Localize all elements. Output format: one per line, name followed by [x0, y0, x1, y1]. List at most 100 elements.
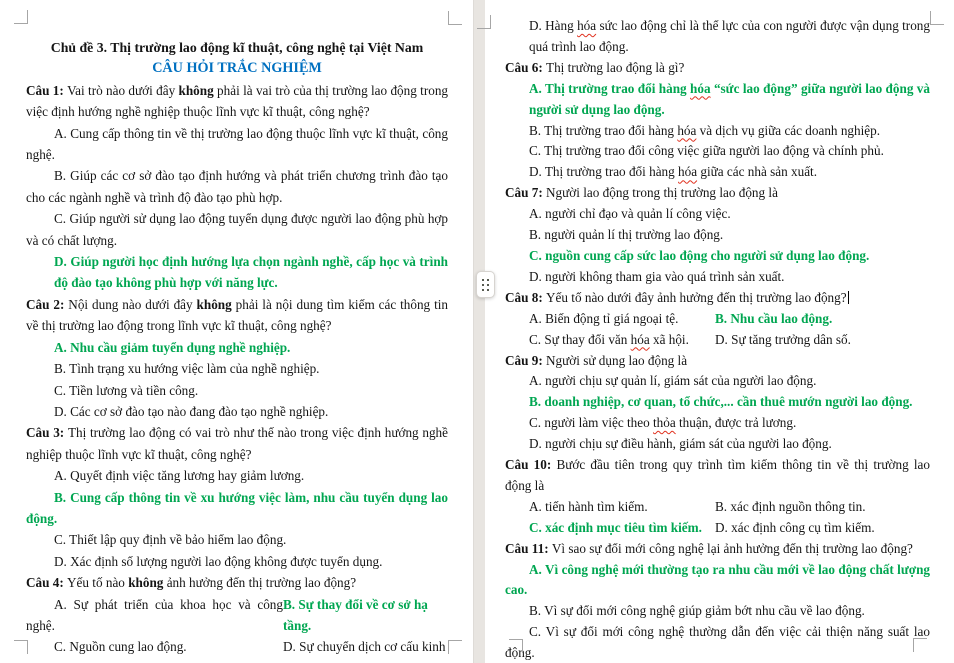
text-run: A. Nhu cầu giảm tuyển dụng nghề nghiệp. — [54, 339, 291, 355]
option-row[interactable]: C. Nguồn cung lao động. D. Sự chuyển dịch… — [26, 636, 448, 663]
text-run: C. Thiết lập quy định về bảo hiểm lao độ… — [54, 532, 287, 548]
text-run: C. Thị trường trao đổi công việc giữa ng… — [529, 143, 884, 159]
option-row[interactable]: A. tiến hành tìm kiếm. B. xác định nguồn … — [505, 497, 930, 518]
text-run: D. Giúp người học định hướng lựa chọn ng… — [54, 254, 448, 291]
correct-option[interactable]: C. xác định mục tiêu tìm kiếm. — [505, 518, 715, 539]
correct-option[interactable]: A. Nhu cầu giảm tuyển dụng nghề nghiệp. — [26, 337, 448, 358]
option[interactable]: D. Các cơ sở đào tạo nào đang đào tạo ng… — [26, 401, 448, 422]
text-run: Yếu tố nào dưới đây ảnh hưởng đến thị tr… — [546, 289, 847, 305]
option[interactable]: C. Vì sự đổi mới công nghệ thường dẫn đế… — [505, 622, 930, 663]
question-paragraph[interactable]: Câu 11: Vì sao sự đổi mới công nghệ lại … — [505, 539, 930, 560]
option[interactable]: A. người chỉ đạo và quản lí công việc. — [505, 204, 930, 225]
text-run: D. Sự tăng trưởng dân số. — [715, 331, 851, 347]
option[interactable]: C. Thị trường trao đổi công việc giữa ng… — [505, 141, 930, 162]
text-run: D. Các cơ sở đào tạo nào đang đào tạo ng… — [54, 403, 329, 419]
option[interactable]: C. Giúp người sử dụng lao động tuyển dụn… — [26, 208, 448, 251]
text-run: giữa các nhà sản xuất. — [697, 164, 818, 180]
correct-option[interactable]: A. Thị trường trao đổi hàng hóa “sức lao… — [529, 79, 930, 121]
option[interactable]: D. Xác định số lượng người lao động khôn… — [26, 551, 448, 572]
question-paragraph[interactable]: Câu 1: Vai trò nào dưới đây không phải l… — [26, 80, 448, 123]
text-run: xã hội. — [649, 331, 689, 347]
option[interactable]: C. người làm việc theo thỏa thuận, được … — [505, 413, 930, 434]
option[interactable]: C. Tiền lương và tiền công. — [26, 380, 448, 401]
section-heading: CÂU HỎI TRẮC NGHIỆM — [152, 60, 322, 77]
text-run: C. Nguồn cung lao động. — [54, 639, 187, 655]
page-1-text-area[interactable]: Chủ đề 3. Thị trường lao động kĩ thuật, … — [26, 37, 448, 663]
option[interactable]: A. tiến hành tìm kiếm. — [505, 497, 715, 518]
option[interactable]: C. Nguồn cung lao động. — [26, 636, 283, 663]
option-row[interactable]: A. Biến động tỉ giá ngoại tệ. B. Nhu cầu … — [505, 309, 930, 330]
option[interactable]: D. người không tham gia vào quá trình sả… — [505, 267, 930, 288]
question-paragraph[interactable]: Câu 6: Thị trường lao động là gì? — [505, 58, 930, 79]
text-boundary-mark — [509, 639, 523, 653]
option[interactable]: D. người chịu sự điều hành, giám sát của… — [505, 434, 930, 455]
correct-option[interactable]: B. Cung cấp thông tin về xu hướng việc l… — [26, 487, 448, 530]
page-1[interactable]: Chủ đề 3. Thị trường lao động kĩ thuật, … — [0, 0, 473, 663]
misspelled-word: hóa — [577, 18, 597, 33]
text-run: Câu 3: — [26, 425, 68, 441]
option[interactable]: D. Sự tăng trưởng dân số. — [715, 330, 930, 351]
text-run: Người lao động trong thị trường lao động… — [546, 185, 778, 201]
option[interactable]: D. xác định công cụ tìm kiếm. — [715, 518, 930, 539]
text-run: A. Thị trường trao đổi hàng — [529, 80, 691, 96]
drag-handle-icon — [482, 278, 489, 291]
question-paragraph[interactable]: Câu 4: Yếu tố nào không ảnh hưởng đến th… — [26, 572, 448, 593]
option[interactable]: B. xác định nguồn thông tin. — [715, 497, 930, 518]
option-row[interactable]: C. Sự thay đổi văn hóa xã hội. D. Sự tăng… — [505, 330, 930, 351]
drag-handle[interactable] — [476, 271, 495, 298]
option[interactable]: A. Sự phát triển của khoa học và công ng… — [26, 594, 283, 637]
text-cursor — [847, 290, 849, 304]
document-canvas: Chủ đề 3. Thị trường lao động kĩ thuật, … — [0, 0, 954, 663]
text-run: Yếu tố nào — [67, 575, 129, 591]
question-paragraph[interactable]: Câu 9: Người sử dụng lao động là — [505, 351, 930, 372]
option[interactable]: C. Thiết lập quy định về bảo hiểm lao độ… — [26, 529, 448, 550]
text-run: thuận, được trả lương. — [675, 415, 797, 431]
text-run: Câu 6: — [505, 59, 547, 75]
correct-option[interactable]: C. nguồn cung cấp sức lao động cho người… — [505, 246, 930, 267]
page-1-blocks: Câu 1: Vai trò nào dưới đây không phải l… — [26, 80, 448, 663]
misspelled-word: hóa — [630, 331, 650, 347]
option[interactable]: A. Biến động tỉ giá ngoại tệ. — [505, 309, 715, 330]
correct-option[interactable]: B. Sự thay đổi về cơ sở hạ tầng. — [283, 594, 448, 637]
option[interactable]: B. người quản lí thị trường lao động. — [505, 225, 930, 246]
text-run: D. người không tham gia vào quá trình sả… — [529, 268, 785, 284]
text-run: A. Quyết định việc tăng lương hay giảm l… — [54, 468, 305, 484]
misspelled-word: hóa — [678, 164, 698, 180]
option[interactable]: A. Cung cấp thông tin về thị trường lao … — [26, 123, 448, 166]
question-paragraph[interactable]: Câu 2: Nội dung nào dưới đây không phải … — [26, 294, 448, 337]
correct-option[interactable]: A. Vì công nghệ mới thường tạo ra nhu cầ… — [505, 560, 930, 602]
text-run: C. Giúp người sử dụng lao động tuyển dụn… — [26, 211, 448, 248]
option[interactable]: B. Thị trường trao đổi hàng hóa và dịch … — [505, 121, 930, 142]
option[interactable]: B. Giúp các cơ sở đào tạo định hướng và … — [26, 165, 448, 208]
correct-option[interactable]: B. Nhu cầu lao động. — [715, 309, 930, 330]
option[interactable]: D. Hàng hóa sức lao động chỉ là thể lực … — [529, 16, 930, 58]
text-run: C. Vì sự đổi mới công nghệ thường dẫn đế… — [505, 624, 930, 661]
question-paragraph[interactable]: Câu 3: Thị trường lao động có vai trò nh… — [26, 422, 448, 465]
question-paragraph[interactable]: Câu 10: Bước đầu tiên trong quy trình tì… — [505, 455, 930, 497]
option[interactable]: C. Sự thay đổi văn hóa xã hội. — [505, 330, 715, 351]
option-row[interactable]: A. Sự phát triển của khoa học và công ng… — [26, 594, 448, 637]
correct-option[interactable]: B. doanh nghiệp, cơ quan, tổ chức,... cầ… — [505, 392, 930, 413]
question-paragraph[interactable]: Câu 7: Người lao động trong thị trường l… — [505, 183, 930, 204]
text-run: Vì sao sự đổi mới công nghệ lại ảnh hưởn… — [551, 540, 913, 556]
misspelled-word: thỏa — [653, 415, 676, 431]
option-row[interactable]: C. xác định mục tiêu tìm kiếm. D. xác địn… — [505, 518, 930, 539]
option[interactable]: A. Quyết định việc tăng lương hay giảm l… — [26, 465, 448, 486]
option[interactable]: B. Tình trạng xu hướng việc làm của nghề… — [26, 358, 448, 379]
question-paragraph[interactable]: Câu 8: Yếu tố nào dưới đây ảnh hưởng đến… — [505, 288, 930, 309]
page-2-text-area[interactable]: D. Hàng hóa sức lao động chỉ là thể lực … — [505, 16, 930, 663]
text-run: A. Biến động tỉ giá ngoại tệ. — [529, 310, 679, 326]
page-2[interactable]: D. Hàng hóa sức lao động chỉ là thể lực … — [485, 0, 954, 663]
correct-option[interactable]: D. Giúp người học định hướng lựa chọn ng… — [54, 251, 448, 294]
option[interactable]: D. Thị trường trao đổi hàng hóa giữa các… — [505, 162, 930, 183]
text-run: Câu 4: — [26, 575, 68, 591]
text-boundary-mark — [448, 640, 462, 654]
text-run: D. Sự chuyển dịch cơ cấu kinh tế. — [283, 639, 446, 663]
document-title: Chủ đề 3. Thị trường lao động kĩ thuật, … — [50, 40, 424, 55]
option[interactable]: A. người chịu sự quản lí, giám sát của n… — [505, 371, 930, 392]
text-run: D. Thị trường trao đổi hàng — [529, 164, 679, 180]
option[interactable]: D. Sự chuyển dịch cơ cấu kinh tế. — [283, 636, 448, 663]
option[interactable]: B. Vì sự đổi mới công nghệ giúp giảm bớt… — [505, 601, 930, 622]
text-run: A. Cung cấp thông tin về thị trường lao … — [26, 125, 448, 163]
text-run: B. doanh nghiệp, cơ quan, tổ chức,... cầ… — [529, 394, 913, 410]
